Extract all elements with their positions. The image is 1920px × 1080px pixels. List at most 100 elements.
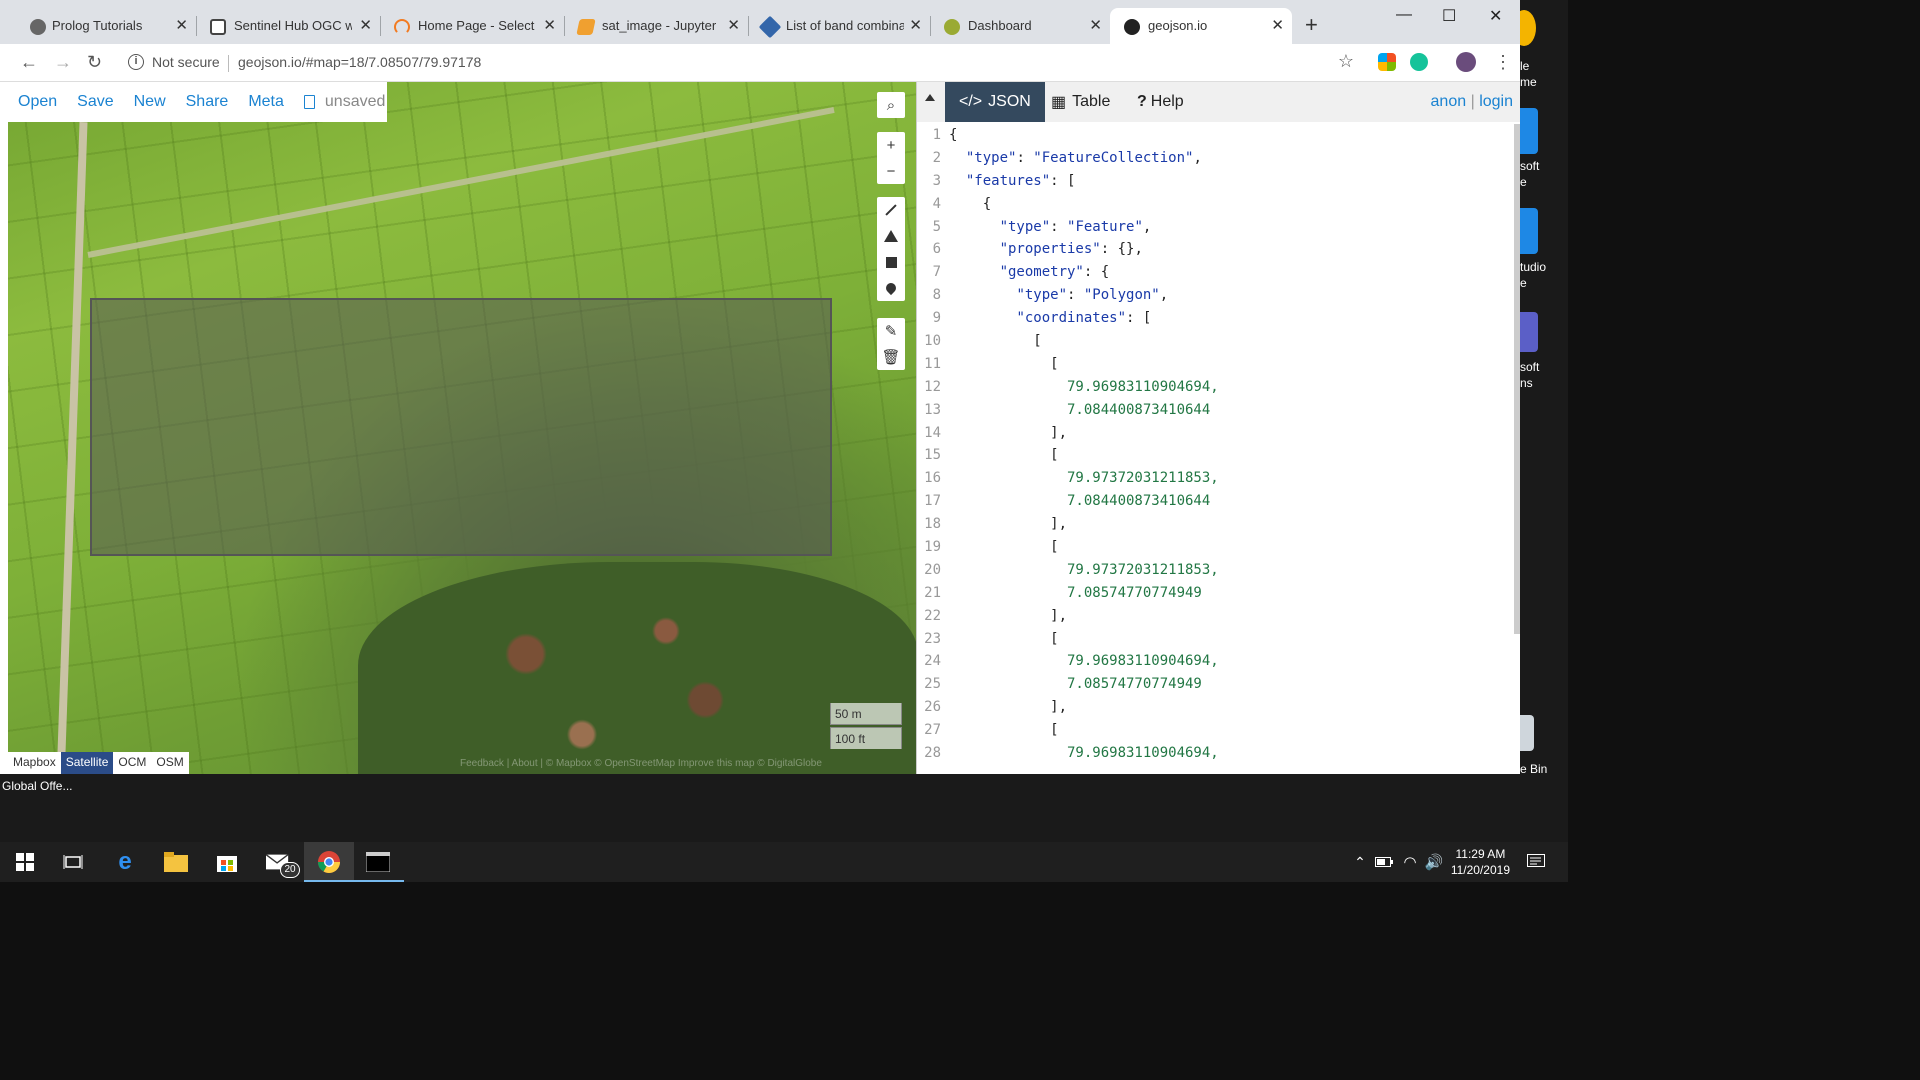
- code-line[interactable]: 9 "coordinates": [: [917, 307, 1520, 330]
- editor-scrollbar[interactable]: [1514, 124, 1520, 634]
- extension-grammarly-icon[interactable]: [1410, 53, 1428, 71]
- file-explorer-icon[interactable]: [164, 850, 188, 874]
- edge-icon[interactable]: e: [113, 848, 137, 875]
- tab-sat-image[interactable]: sat_image - Jupyter N ✕: [564, 8, 748, 44]
- store-icon[interactable]: [215, 850, 239, 874]
- address-bar[interactable]: i Not secure geojson.io/#map=18/7.08507/…: [120, 48, 1370, 78]
- json-editor[interactable]: 1{2 "type": "FeatureCollection", 3 "featu…: [917, 124, 1520, 774]
- user-link[interactable]: anon: [1431, 93, 1467, 110]
- code-line[interactable]: 25 7.08574770774949: [917, 673, 1520, 696]
- collapse-icon[interactable]: [925, 94, 935, 101]
- maximize-button[interactable]: ☐: [1442, 6, 1456, 26]
- tab-help[interactable]: ? Help: [1123, 82, 1198, 122]
- battery-icon[interactable]: [1372, 850, 1396, 874]
- volume-icon[interactable]: 🔊: [1422, 850, 1446, 874]
- windows-start-icon[interactable]: [13, 850, 37, 874]
- forward-icon[interactable]: →: [54, 52, 72, 73]
- extension-windows-icon[interactable]: [1378, 53, 1396, 71]
- code-line[interactable]: 10 [: [917, 330, 1520, 353]
- tab-sentinel[interactable]: Sentinel Hub OGC we ✕: [196, 8, 380, 44]
- minimize-button[interactable]: —: [1396, 6, 1412, 24]
- system-clock[interactable]: 11:29 AM 11/20/2019: [1451, 846, 1510, 878]
- zoom-out-button[interactable]: −: [877, 158, 905, 184]
- layer-osm[interactable]: OSM: [151, 752, 188, 774]
- trash-icon[interactable]: 🗑: [877, 344, 905, 370]
- code-line[interactable]: 18 ],: [917, 513, 1520, 536]
- tab-table[interactable]: ▦ Table: [1037, 82, 1124, 122]
- code-line[interactable]: 17 7.084400873410644: [917, 490, 1520, 513]
- layer-satellite[interactable]: Satellite: [60, 752, 114, 774]
- reload-icon[interactable]: ↻: [87, 52, 102, 73]
- draw-rectangle-icon[interactable]: [877, 249, 905, 275]
- layer-mapbox[interactable]: Mapbox: [8, 752, 61, 774]
- close-icon[interactable]: ✕: [1089, 16, 1102, 34]
- code-line[interactable]: 6 "properties": {},: [917, 238, 1520, 261]
- code-line[interactable]: 5 "type": "Feature",: [917, 216, 1520, 239]
- mail-icon[interactable]: 20: [266, 850, 300, 878]
- code-line[interactable]: 24 79.96983110904694,: [917, 650, 1520, 673]
- map-attribution[interactable]: Feedback | About | © Mapbox © OpenStreet…: [460, 758, 822, 769]
- tab-dashboard[interactable]: Dashboard ✕: [930, 8, 1110, 44]
- new-menu[interactable]: New: [134, 93, 166, 111]
- open-menu[interactable]: Open: [18, 93, 57, 111]
- code-line[interactable]: 27 [: [917, 719, 1520, 742]
- info-icon[interactable]: i: [128, 54, 144, 70]
- code-line[interactable]: 11 [: [917, 353, 1520, 376]
- code-line[interactable]: 14 ],: [917, 422, 1520, 445]
- close-window-button[interactable]: ✕: [1489, 6, 1502, 26]
- code-line[interactable]: 23 [: [917, 628, 1520, 651]
- search-icon[interactable]: ⌕: [877, 92, 905, 118]
- bookmark-star-icon[interactable]: ☆: [1338, 51, 1354, 72]
- tab-prolog[interactable]: Prolog Tutorials ✕: [8, 8, 196, 44]
- satellite-map[interactable]: [8, 82, 916, 774]
- layer-ocm[interactable]: OCM: [113, 752, 151, 774]
- code-line[interactable]: 15 [: [917, 444, 1520, 467]
- code-line[interactable]: 7 "geometry": {: [917, 261, 1520, 284]
- code-line[interactable]: 1{: [917, 124, 1520, 147]
- code-line[interactable]: 2 "type": "FeatureCollection",: [917, 147, 1520, 170]
- close-icon[interactable]: ✕: [1271, 16, 1284, 34]
- profile-avatar[interactable]: [1456, 52, 1476, 72]
- tab-home-page[interactable]: Home Page - Select o ✕: [380, 8, 564, 44]
- menu-icon[interactable]: ⋮: [1494, 52, 1512, 73]
- close-icon[interactable]: ✕: [359, 16, 372, 34]
- drawn-polygon[interactable]: [90, 298, 832, 556]
- code-line[interactable]: 3 "features": [: [917, 170, 1520, 193]
- close-icon[interactable]: ✕: [543, 16, 556, 34]
- task-view-icon[interactable]: [61, 850, 85, 874]
- tab-band-combinations[interactable]: List of band combinat ✕: [748, 8, 930, 44]
- code-line[interactable]: 19 [: [917, 536, 1520, 559]
- close-icon[interactable]: ✕: [727, 16, 740, 34]
- save-menu[interactable]: Save: [77, 93, 113, 111]
- edit-icon[interactable]: ✎: [877, 318, 905, 344]
- draw-line-icon[interactable]: [877, 197, 905, 223]
- security-indicator[interactable]: Not secure: [152, 54, 220, 70]
- notifications-icon[interactable]: [1524, 850, 1548, 874]
- code-line[interactable]: 26 ],: [917, 696, 1520, 719]
- meta-menu[interactable]: Meta: [248, 93, 284, 111]
- chevron-up-icon[interactable]: ⌃: [1348, 850, 1372, 874]
- url-text[interactable]: geojson.io/#map=18/7.08507/79.97178: [238, 54, 481, 70]
- terminal-icon[interactable]: [366, 850, 390, 874]
- zoom-in-button[interactable]: +: [877, 132, 905, 158]
- close-icon[interactable]: ✕: [175, 16, 188, 34]
- code-line[interactable]: 20 79.97372031211853,: [917, 559, 1520, 582]
- code-line[interactable]: 12 79.96983110904694,: [917, 376, 1520, 399]
- code-line[interactable]: 16 79.97372031211853,: [917, 467, 1520, 490]
- tab-json[interactable]: </> JSON: [945, 82, 1045, 122]
- draw-polygon-icon[interactable]: [877, 223, 905, 249]
- share-menu[interactable]: Share: [186, 93, 229, 111]
- chrome-icon[interactable]: [317, 850, 341, 874]
- tab-geojson[interactable]: geojson.io ✕: [1110, 8, 1292, 44]
- code-line[interactable]: 28 79.96983110904694,: [917, 742, 1520, 765]
- draw-marker-icon[interactable]: [877, 275, 905, 301]
- code-line[interactable]: 22 ],: [917, 605, 1520, 628]
- login-link[interactable]: login: [1479, 93, 1513, 110]
- search-control[interactable]: ⌕: [877, 92, 905, 118]
- code-line[interactable]: 13 7.084400873410644: [917, 399, 1520, 422]
- code-line[interactable]: 8 "type": "Polygon",: [917, 284, 1520, 307]
- back-icon[interactable]: ←: [20, 52, 38, 73]
- new-tab-button[interactable]: +: [1305, 12, 1318, 38]
- close-icon[interactable]: ✕: [909, 16, 922, 34]
- wifi-icon[interactable]: ◠: [1398, 850, 1422, 874]
